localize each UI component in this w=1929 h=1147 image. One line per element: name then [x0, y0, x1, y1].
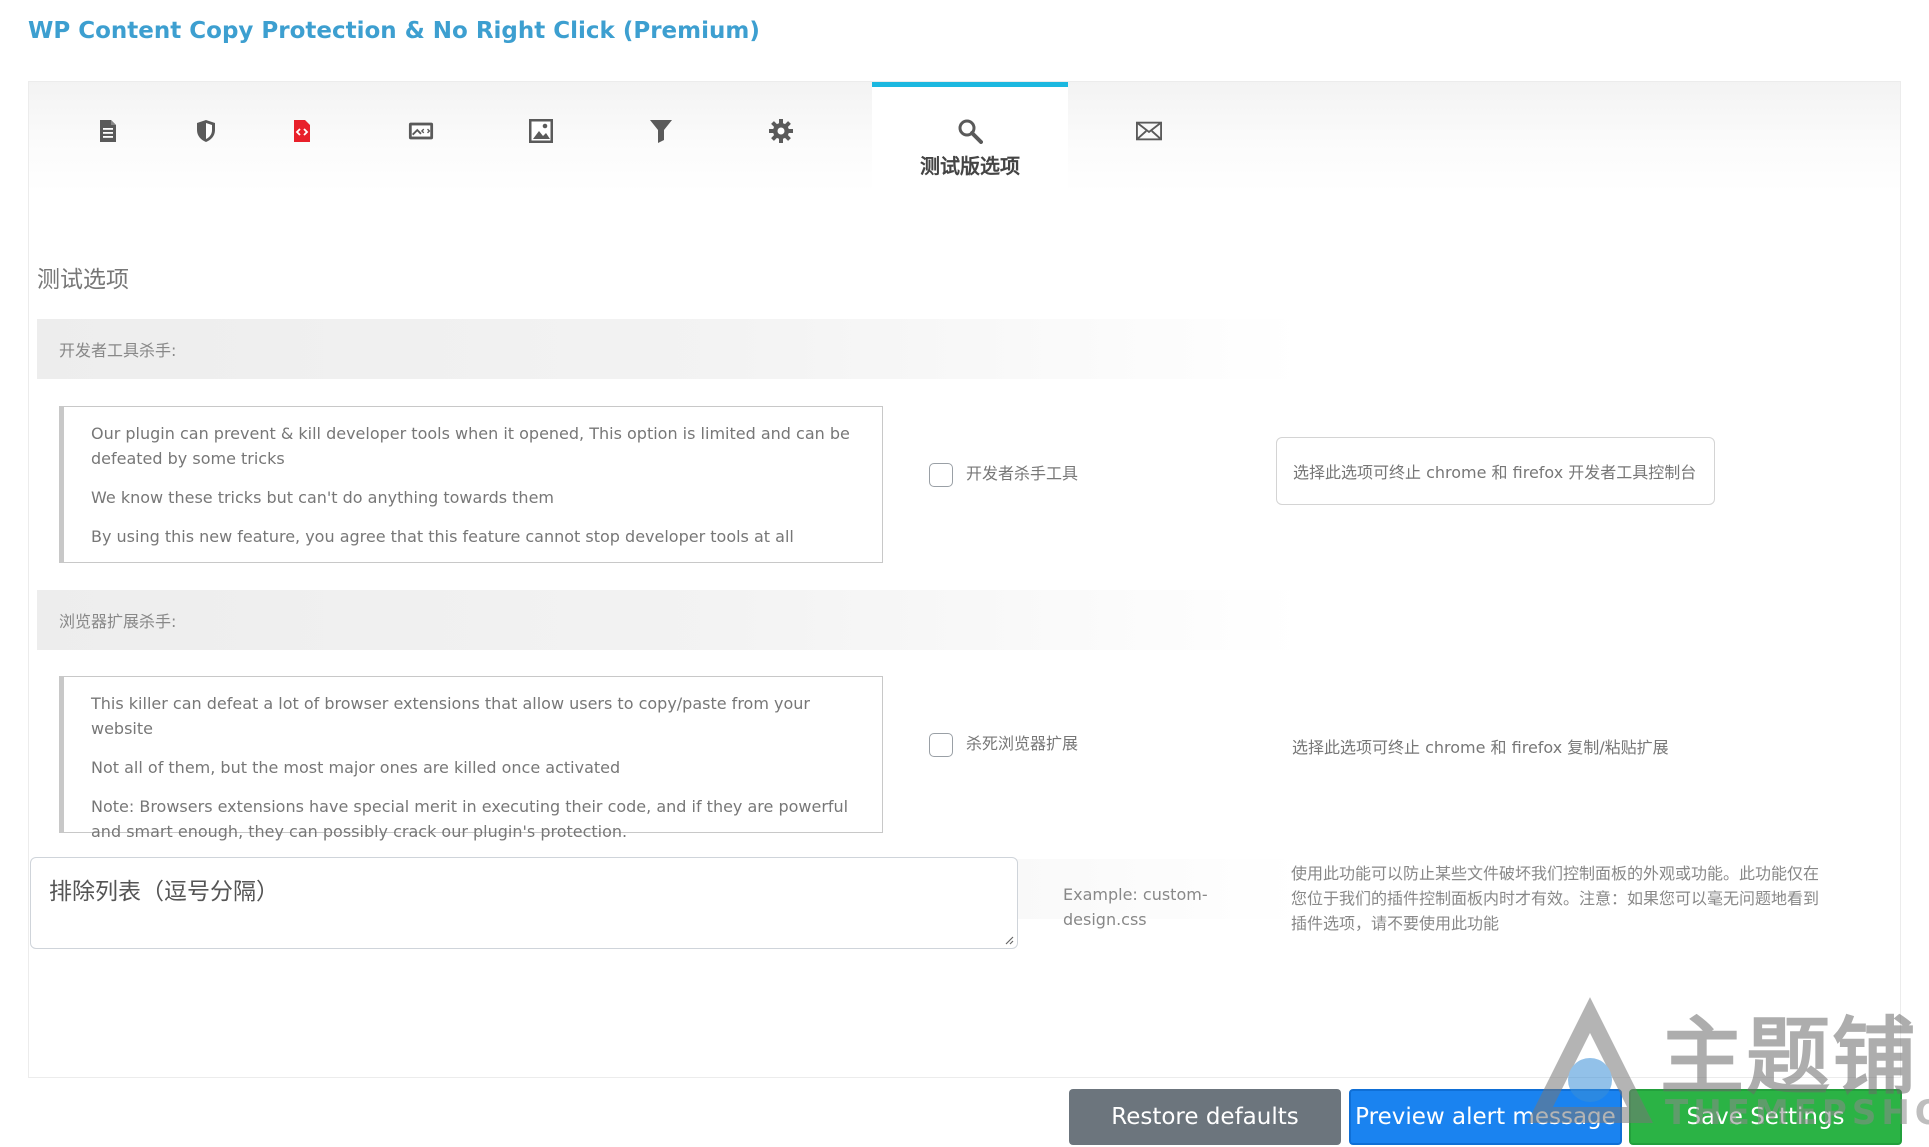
dev-killer-option[interactable]: 开发者杀手工具: [929, 457, 1078, 487]
dev-killer-checkbox-label: 开发者杀手工具: [966, 464, 1079, 483]
tab-bar: 测试版选项: [29, 82, 1900, 192]
resize-handle-icon[interactable]: [1004, 935, 1014, 945]
note-line: Note: Browsers extensions have special m…: [91, 797, 849, 841]
note-line: This killer can defeat a lot of browser …: [91, 694, 810, 738]
tab-beta-options-label: 测试版选项: [920, 154, 1020, 178]
tab-image-code[interactable]: [379, 82, 463, 192]
ext-killer-header: 浏览器扩展杀手:: [37, 590, 1302, 650]
dev-killer-note: Our plugin can prevent & kill developer …: [59, 406, 883, 563]
search-icon: [957, 118, 983, 144]
ext-killer-checkbox[interactable]: [929, 733, 953, 757]
app-title: WP Content Copy Protection & No Right Cl…: [28, 18, 760, 44]
envelope-icon: [1136, 118, 1162, 144]
note-line: Our plugin can prevent & kill developer …: [91, 424, 850, 468]
settings-page: WP Content Copy Protection & No Right Cl…: [0, 0, 1929, 1147]
ext-killer-option[interactable]: 杀死浏览器扩展: [929, 727, 1078, 757]
tab-beta-options[interactable]: 测试版选项: [872, 82, 1068, 192]
ext-killer-checkbox-label: 杀死浏览器扩展: [966, 734, 1079, 753]
tab-email[interactable]: [1107, 82, 1191, 192]
ext-killer-note: This killer can defeat a lot of browser …: [59, 676, 883, 841]
tab-code[interactable]: [260, 82, 344, 192]
ext-killer-hint: 选择此选项可终止 chrome 和 firefox 复制/粘贴扩展: [1292, 738, 1669, 757]
tab-images[interactable]: [499, 82, 583, 192]
code-file-icon: [289, 118, 315, 144]
note-line: Not all of them, but the most major ones…: [91, 758, 621, 777]
section-title: 测试选项: [37, 267, 129, 293]
note-line: By using this new feature, you agree tha…: [91, 527, 794, 546]
preview-alert-button[interactable]: Preview alert message: [1349, 1089, 1622, 1145]
shield-icon: [193, 118, 219, 144]
dev-killer-hint: 选择此选项可终止 chrome 和 firefox 开发者工具控制台: [1276, 437, 1715, 505]
note-line: We know these tricks but can't do anythi…: [91, 488, 554, 507]
gear-icon: [768, 118, 794, 144]
dev-killer-header: 开发者工具杀手:: [37, 319, 1302, 379]
restore-defaults-button[interactable]: Restore defaults: [1069, 1089, 1341, 1145]
filter-icon: [648, 118, 674, 144]
dev-killer-checkbox[interactable]: [929, 463, 953, 487]
exclude-hint: 使用此功能可以防止某些文件破坏我们控制面板的外观或功能。此功能仅在您位于我们的插…: [1291, 864, 1820, 933]
image-code-icon: [408, 118, 434, 144]
tab-protection[interactable]: [164, 82, 248, 192]
exclude-list-placeholder: 排除列表（逗号分隔）: [49, 879, 279, 905]
exclude-list-textarea[interactable]: 排除列表（逗号分隔）: [30, 857, 1018, 949]
exclude-example: Example: custom-design.css: [1063, 885, 1208, 929]
save-settings-button[interactable]: Save Settings: [1629, 1089, 1902, 1145]
tab-general[interactable]: [66, 82, 150, 192]
tab-settings[interactable]: [739, 82, 823, 192]
tab-filter[interactable]: [619, 82, 703, 192]
document-icon: [95, 118, 121, 144]
picture-icon: [528, 118, 554, 144]
